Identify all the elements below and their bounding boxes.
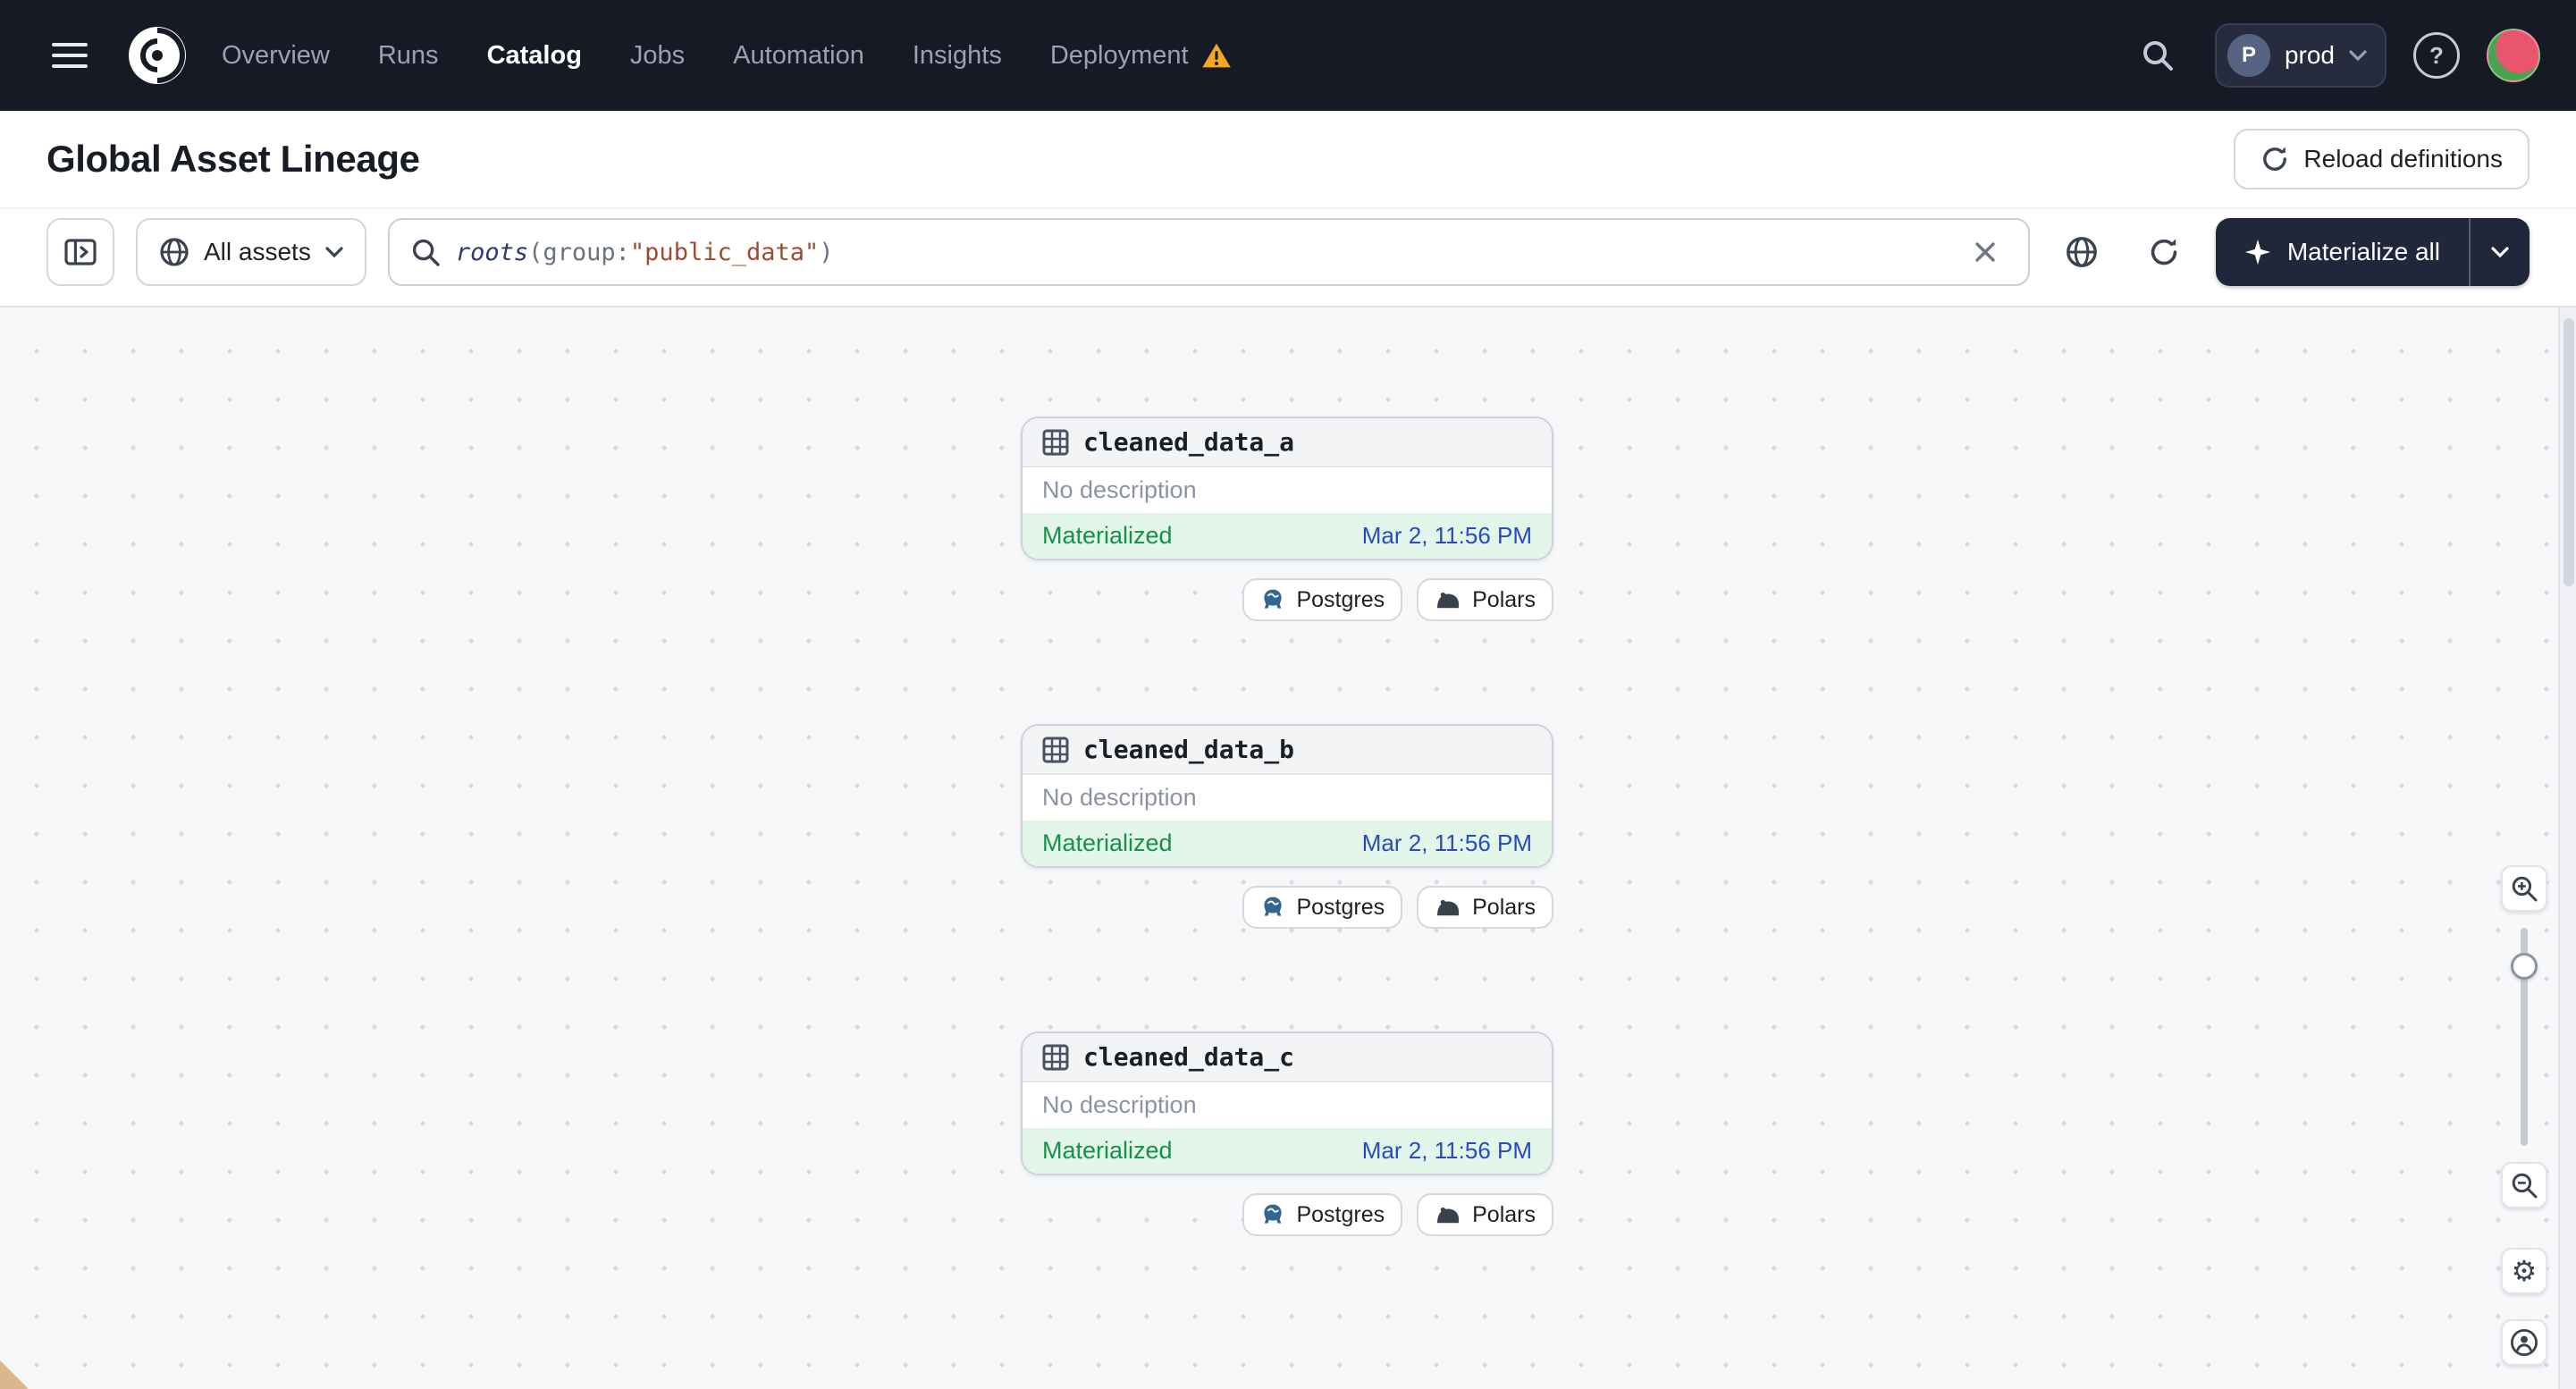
refresh-button[interactable] xyxy=(2134,222,2194,282)
scrollbar-thumb[interactable] xyxy=(2563,318,2574,586)
feedback-button[interactable] xyxy=(2501,1319,2547,1366)
deployment-badge: P xyxy=(2227,34,2270,77)
hamburger-menu-icon[interactable] xyxy=(39,25,100,86)
dagster-logo[interactable] xyxy=(125,23,189,88)
materialization-timestamp-link[interactable]: Mar 2, 11:56 PM xyxy=(1362,829,1532,857)
person-circle-icon xyxy=(2510,1328,2538,1357)
asset-name: cleaned_data_a xyxy=(1083,427,1295,457)
page-title: Global Asset Lineage xyxy=(46,138,420,180)
zoom-controls xyxy=(2501,865,2547,1366)
refresh-icon xyxy=(2148,236,2180,268)
user-avatar[interactable] xyxy=(2487,29,2540,82)
asset-tag-row: Postgres Polars xyxy=(1021,578,1553,621)
postgres-icon xyxy=(1260,587,1285,612)
polars-icon xyxy=(1435,589,1461,610)
panel-expand-icon xyxy=(64,238,97,266)
top-nav: Overview Runs Catalog Jobs Automation In… xyxy=(0,0,2576,111)
search-icon[interactable] xyxy=(2127,25,2188,86)
nav-item-overview[interactable]: Overview xyxy=(222,41,330,71)
tag-polars[interactable]: Polars xyxy=(1417,578,1553,621)
status-badge: Materialized xyxy=(1042,522,1173,549)
reload-icon xyxy=(2260,145,2289,173)
materialize-options-caret[interactable] xyxy=(2469,218,2530,286)
status-badge: Materialized xyxy=(1042,1137,1173,1164)
zoom-out-icon xyxy=(2511,1172,2538,1199)
asset-selection-query[interactable]: roots(group:"public_data") xyxy=(456,239,1948,266)
asset-node-group: cleaned_data_a No description Materializ… xyxy=(1021,417,1553,621)
lineage-toolbar: All assets roots(group:"public_data") Ma… xyxy=(0,209,2576,307)
asset-node-cleaned-data-c[interactable]: cleaned_data_c No description Materializ… xyxy=(1021,1031,1553,1175)
warning-icon xyxy=(1201,42,1232,69)
asset-description: No description xyxy=(1042,784,1197,811)
deployment-name: prod xyxy=(2284,41,2335,69)
asset-description: No description xyxy=(1042,476,1197,503)
asset-description: No description xyxy=(1042,1091,1197,1118)
asset-status-row: Materialized Mar 2, 11:56 PM xyxy=(1023,513,1552,559)
asset-selection-input[interactable]: roots(group:"public_data") xyxy=(387,218,2030,286)
materialization-timestamp-link[interactable]: Mar 2, 11:56 PM xyxy=(1362,522,1532,550)
polars-icon xyxy=(1435,1204,1461,1225)
asset-tag-row: Postgres Polars xyxy=(1021,1193,1553,1236)
globe-icon xyxy=(2065,235,2099,269)
app-window: Overview Runs Catalog Jobs Automation In… xyxy=(0,0,2576,1389)
materialize-all-button[interactable]: Materialize all xyxy=(2215,218,2469,286)
nav-item-deployment[interactable]: Deployment xyxy=(1050,41,1232,71)
polars-icon xyxy=(1435,897,1461,918)
asset-filter-dropdown[interactable]: All assets xyxy=(136,218,366,286)
asset-name: cleaned_data_c xyxy=(1083,1042,1295,1072)
asset-status-row: Materialized Mar 2, 11:56 PM xyxy=(1023,821,1552,866)
tag-postgres[interactable]: Postgres xyxy=(1242,578,1403,621)
nav-item-catalog[interactable]: Catalog xyxy=(487,41,582,71)
zoom-in-button[interactable] xyxy=(2501,865,2547,912)
help-icon[interactable] xyxy=(2413,32,2460,79)
lineage-canvas[interactable]: cleaned_data_a No description Materializ… xyxy=(0,307,2576,1389)
asset-status-row: Materialized Mar 2, 11:56 PM xyxy=(1023,1128,1552,1174)
zoom-in-icon xyxy=(2511,875,2538,902)
table-icon xyxy=(1042,429,1069,456)
asset-tag-row: Postgres Polars xyxy=(1021,886,1553,929)
graph-view-options-button[interactable] xyxy=(2051,222,2112,282)
tag-postgres[interactable]: Postgres xyxy=(1242,1193,1403,1236)
reload-definitions-button[interactable]: Reload definitions xyxy=(2234,129,2530,189)
tag-postgres[interactable]: Postgres xyxy=(1242,886,1403,929)
asset-node-header[interactable]: cleaned_data_a xyxy=(1023,418,1552,467)
status-badge: Materialized xyxy=(1042,829,1173,856)
vertical-scrollbar[interactable] xyxy=(2558,307,2576,1389)
open-left-panel-button[interactable] xyxy=(46,218,114,286)
page-header: Global Asset Lineage Reload definitions xyxy=(0,111,2576,209)
search-icon xyxy=(411,238,440,266)
nav-item-runs[interactable]: Runs xyxy=(378,41,439,71)
clear-query-button[interactable] xyxy=(1964,231,2007,274)
zoom-out-button[interactable] xyxy=(2501,1162,2547,1208)
canvas-corner-decoration xyxy=(0,1360,29,1389)
asset-name: cleaned_data_b xyxy=(1083,735,1295,764)
deployment-switcher[interactable]: P prod xyxy=(2214,23,2387,88)
nav-links: Overview Runs Catalog Jobs Automation In… xyxy=(222,41,1232,71)
zoom-slider-thumb[interactable] xyxy=(2511,953,2538,980)
asset-node-header[interactable]: cleaned_data_b xyxy=(1023,726,1552,775)
graph-settings-button[interactable] xyxy=(2501,1248,2547,1294)
asset-node-group: cleaned_data_c No description Materializ… xyxy=(1021,1031,1553,1236)
nav-item-insights[interactable]: Insights xyxy=(913,41,1002,71)
chevron-down-icon xyxy=(2349,50,2367,61)
nav-item-jobs[interactable]: Jobs xyxy=(630,41,685,71)
asset-node-cleaned-data-b[interactable]: cleaned_data_b No description Materializ… xyxy=(1021,724,1553,868)
nav-right-cluster: P prod xyxy=(2127,23,2540,88)
asset-node-cleaned-data-a[interactable]: cleaned_data_a No description Materializ… xyxy=(1021,417,1553,560)
tag-polars[interactable]: Polars xyxy=(1417,1193,1553,1236)
asset-node-header[interactable]: cleaned_data_c xyxy=(1023,1033,1552,1082)
table-icon xyxy=(1042,1044,1069,1071)
tag-polars[interactable]: Polars xyxy=(1417,886,1553,929)
materialization-timestamp-link[interactable]: Mar 2, 11:56 PM xyxy=(1362,1137,1532,1165)
asset-node-group: cleaned_data_b No description Materializ… xyxy=(1021,724,1553,929)
sparkle-icon xyxy=(2244,239,2271,265)
nav-item-automation[interactable]: Automation xyxy=(733,41,864,71)
chevron-down-icon xyxy=(325,247,343,257)
postgres-icon xyxy=(1260,895,1285,920)
postgres-icon xyxy=(1260,1202,1285,1227)
zoom-slider[interactable] xyxy=(2511,928,2538,1146)
globe-icon xyxy=(159,237,189,267)
materialize-all-split-button: Materialize all xyxy=(2215,218,2530,286)
table-icon xyxy=(1042,737,1069,763)
